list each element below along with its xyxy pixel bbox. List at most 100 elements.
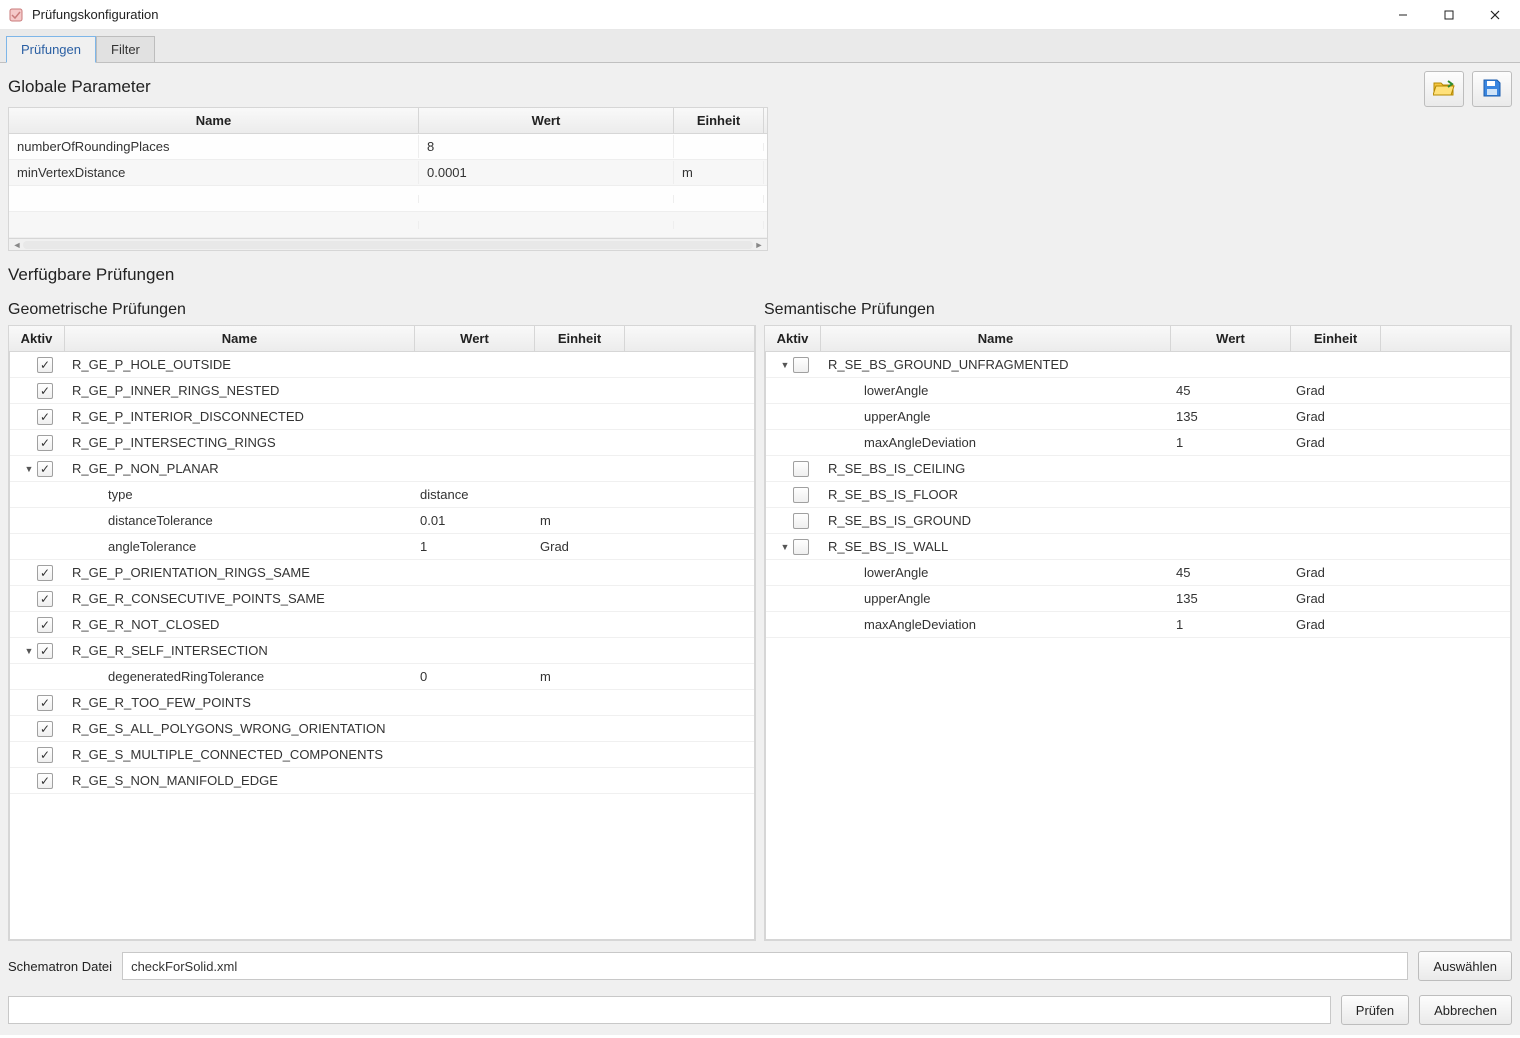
collapse-icon[interactable]: ▼ bbox=[779, 360, 791, 370]
param-row[interactable]: degeneratedRingTolerance0m bbox=[10, 664, 754, 690]
check-row[interactable]: R_GE_R_CONSECUTIVE_POINTS_SAME bbox=[10, 586, 754, 612]
minimize-button[interactable] bbox=[1380, 0, 1426, 30]
checkbox[interactable] bbox=[37, 435, 53, 451]
col-spacer bbox=[625, 326, 755, 351]
cell-wert bbox=[1170, 544, 1290, 550]
cell-name: R_SE_BS_IS_GROUND bbox=[822, 510, 1170, 531]
window-title: Prüfungskonfiguration bbox=[32, 7, 1380, 22]
param-row[interactable]: lowerAngle45Grad bbox=[766, 378, 1510, 404]
schematron-input[interactable] bbox=[122, 952, 1408, 980]
param-row[interactable]: maxAngleDeviation1Grad bbox=[766, 612, 1510, 638]
check-row[interactable]: R_GE_R_NOT_CLOSED bbox=[10, 612, 754, 638]
open-button[interactable] bbox=[1424, 71, 1464, 107]
cell-einheit: Grad bbox=[1290, 432, 1380, 453]
maximize-button[interactable] bbox=[1426, 0, 1472, 30]
param-row[interactable]: maxAngleDeviation1Grad bbox=[766, 430, 1510, 456]
check-row[interactable]: R_GE_R_TOO_FEW_POINTS bbox=[10, 690, 754, 716]
collapse-icon[interactable]: ▼ bbox=[23, 646, 35, 656]
check-row[interactable]: R_GE_S_NON_MANIFOLD_EDGE bbox=[10, 768, 754, 794]
table-row[interactable]: numberOfRoundingPlaces8 bbox=[9, 134, 767, 160]
tab-pruefungen[interactable]: Prüfungen bbox=[6, 36, 96, 63]
cell-einheit bbox=[534, 596, 624, 602]
check-row[interactable]: R_SE_BS_IS_GROUND bbox=[766, 508, 1510, 534]
col-wert[interactable]: Wert bbox=[415, 326, 535, 351]
browse-button[interactable]: Auswählen bbox=[1418, 951, 1512, 981]
checkbox[interactable] bbox=[37, 383, 53, 399]
abbrechen-button[interactable]: Abbrechen bbox=[1419, 995, 1512, 1025]
save-button[interactable] bbox=[1472, 71, 1512, 107]
tab-strip: Prüfungen Filter bbox=[0, 30, 1520, 63]
check-row[interactable]: R_GE_P_ORIENTATION_RINGS_SAME bbox=[10, 560, 754, 586]
table-row[interactable] bbox=[9, 212, 767, 238]
param-row[interactable]: distanceTolerance0.01m bbox=[10, 508, 754, 534]
horizontal-scrollbar[interactable]: ◄ ► bbox=[8, 239, 768, 251]
collapse-icon[interactable]: ▼ bbox=[779, 542, 791, 552]
cell-einheit bbox=[534, 570, 624, 576]
cell-wert bbox=[414, 726, 534, 732]
checkbox[interactable] bbox=[37, 357, 53, 373]
cell-name: numberOfRoundingPlaces bbox=[9, 135, 419, 158]
param-row[interactable]: angleTolerance1Grad bbox=[10, 534, 754, 560]
check-row[interactable]: R_GE_S_MULTIPLE_CONNECTED_COMPONENTS bbox=[10, 742, 754, 768]
check-row[interactable]: R_GE_P_INNER_RINGS_NESTED bbox=[10, 378, 754, 404]
table-row[interactable] bbox=[9, 186, 767, 212]
check-row[interactable]: ▼R_GE_R_SELF_INTERSECTION bbox=[10, 638, 754, 664]
check-row[interactable]: R_GE_P_HOLE_OUTSIDE bbox=[10, 352, 754, 378]
col-einheit[interactable]: Einheit bbox=[535, 326, 625, 351]
pruefen-button[interactable]: Prüfen bbox=[1341, 995, 1409, 1025]
col-wert[interactable]: Wert bbox=[1171, 326, 1291, 351]
close-button[interactable] bbox=[1472, 0, 1518, 30]
checkbox[interactable] bbox=[37, 695, 53, 711]
check-row[interactable]: R_GE_P_INTERSECTING_RINGS bbox=[10, 430, 754, 456]
checkbox[interactable] bbox=[793, 357, 809, 373]
check-row[interactable]: R_GE_S_ALL_POLYGONS_WRONG_ORIENTATION bbox=[10, 716, 754, 742]
col-name[interactable]: Name bbox=[821, 326, 1171, 351]
checkbox[interactable] bbox=[793, 487, 809, 503]
checkbox[interactable] bbox=[37, 643, 53, 659]
param-row[interactable]: upperAngle135Grad bbox=[766, 404, 1510, 430]
col-einheit[interactable]: Einheit bbox=[1291, 326, 1381, 351]
status-input[interactable] bbox=[8, 996, 1331, 1024]
col-wert[interactable]: Wert bbox=[419, 108, 674, 133]
checkbox[interactable] bbox=[793, 513, 809, 529]
cell-name bbox=[9, 221, 419, 229]
col-einheit[interactable]: Einheit bbox=[674, 108, 764, 133]
param-row[interactable]: lowerAngle45Grad bbox=[766, 560, 1510, 586]
check-row[interactable]: ▼R_SE_BS_IS_WALL bbox=[766, 534, 1510, 560]
col-aktiv[interactable]: Aktiv bbox=[9, 326, 65, 351]
checkbox[interactable] bbox=[37, 773, 53, 789]
col-name[interactable]: Name bbox=[9, 108, 419, 133]
checkbox[interactable] bbox=[37, 617, 53, 633]
titlebar: Prüfungskonfiguration bbox=[0, 0, 1520, 30]
check-row[interactable]: ▼R_GE_P_NON_PLANAR bbox=[10, 456, 754, 482]
col-name[interactable]: Name bbox=[65, 326, 415, 351]
checkbox[interactable] bbox=[793, 461, 809, 477]
cell-name: R_GE_P_INNER_RINGS_NESTED bbox=[66, 380, 414, 401]
check-row[interactable]: R_GE_P_INTERIOR_DISCONNECTED bbox=[10, 404, 754, 430]
tab-filter[interactable]: Filter bbox=[96, 36, 155, 62]
collapse-icon[interactable]: ▼ bbox=[23, 464, 35, 474]
param-row[interactable]: upperAngle135Grad bbox=[766, 586, 1510, 612]
cell-name: R_GE_R_CONSECUTIVE_POINTS_SAME bbox=[66, 588, 414, 609]
cell-einheit bbox=[674, 195, 764, 203]
checkbox[interactable] bbox=[37, 565, 53, 581]
cell-einheit bbox=[534, 414, 624, 420]
checkbox[interactable] bbox=[37, 721, 53, 737]
cell-einheit: Grad bbox=[1290, 588, 1380, 609]
check-row[interactable]: R_SE_BS_IS_CEILING bbox=[766, 456, 1510, 482]
param-row[interactable]: typedistance bbox=[10, 482, 754, 508]
table-row[interactable]: minVertexDistance0.0001m bbox=[9, 160, 767, 186]
cell-name: R_GE_S_MULTIPLE_CONNECTED_COMPONENTS bbox=[66, 744, 414, 765]
check-row[interactable]: R_SE_BS_IS_FLOOR bbox=[766, 482, 1510, 508]
cell-name: R_GE_S_NON_MANIFOLD_EDGE bbox=[66, 770, 414, 791]
cell-name: lowerAngle bbox=[822, 562, 1170, 583]
checkbox[interactable] bbox=[37, 747, 53, 763]
checkbox[interactable] bbox=[37, 591, 53, 607]
col-aktiv[interactable]: Aktiv bbox=[765, 326, 821, 351]
checkbox[interactable] bbox=[793, 539, 809, 555]
checkbox[interactable] bbox=[37, 409, 53, 425]
checkbox[interactable] bbox=[37, 461, 53, 477]
check-row[interactable]: ▼R_SE_BS_GROUND_UNFRAGMENTED bbox=[766, 352, 1510, 378]
cell-einheit bbox=[674, 221, 764, 229]
scroll-right-icon: ► bbox=[753, 240, 765, 250]
